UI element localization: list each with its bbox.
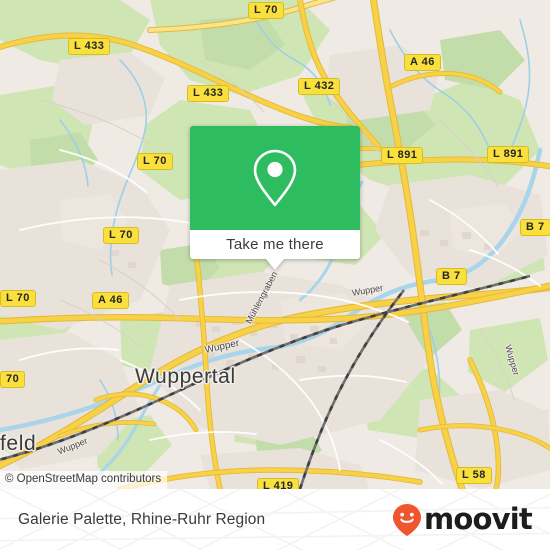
place-label: Wuppertal [135, 365, 236, 388]
road-shield: L 433 [68, 38, 111, 55]
take-me-there-button[interactable]: Take me there [190, 230, 360, 259]
map-pin-icon [253, 149, 297, 207]
place-title: Galerie Palette, Rhine-Ruhr Region [18, 510, 266, 528]
footer-bar: Galerie Palette, Rhine-Ruhr Region moovi… [0, 489, 550, 550]
screenshot-root: L 70 L 433 L 433 L 432 A 46 L 70 L 891 L 891 B 7… [0, 0, 550, 550]
road-shield: L 58 [456, 467, 492, 484]
road-shield: L 419 [257, 478, 300, 489]
road-shield: A 46 [92, 292, 129, 309]
road-shield: L 433 [187, 85, 230, 102]
road-shield: L 70 [248, 2, 284, 19]
road-shield: L 70 [0, 290, 36, 307]
place-label: feld [0, 432, 37, 455]
road-shield: L 70 [103, 227, 139, 244]
popup-image-area [190, 126, 360, 230]
moovit-wordmark: moovit [424, 502, 533, 536]
popup-pointer [266, 259, 284, 270]
road-shield: A 46 [404, 54, 441, 71]
road-shield: B 7 [436, 268, 467, 285]
location-popup-card[interactable]: Take me there [190, 126, 360, 270]
map-viewport[interactable]: L 70 L 433 L 433 L 432 A 46 L 70 L 891 L 891 B 7… [0, 0, 550, 489]
road-shield: L 70 [137, 153, 173, 170]
osm-attribution[interactable]: © OpenStreetMap contributors [0, 470, 168, 489]
road-shield: L 432 [298, 78, 341, 95]
moovit-smiley-pin-icon [393, 503, 422, 536]
road-shield: 70 [0, 371, 26, 388]
road-shield: L 891 [381, 147, 424, 164]
road-shield: B 7 [520, 219, 550, 236]
road-shield: L 891 [487, 146, 530, 163]
take-me-there-label: Take me there [226, 236, 324, 253]
moovit-logo[interactable]: moovit [392, 502, 533, 537]
